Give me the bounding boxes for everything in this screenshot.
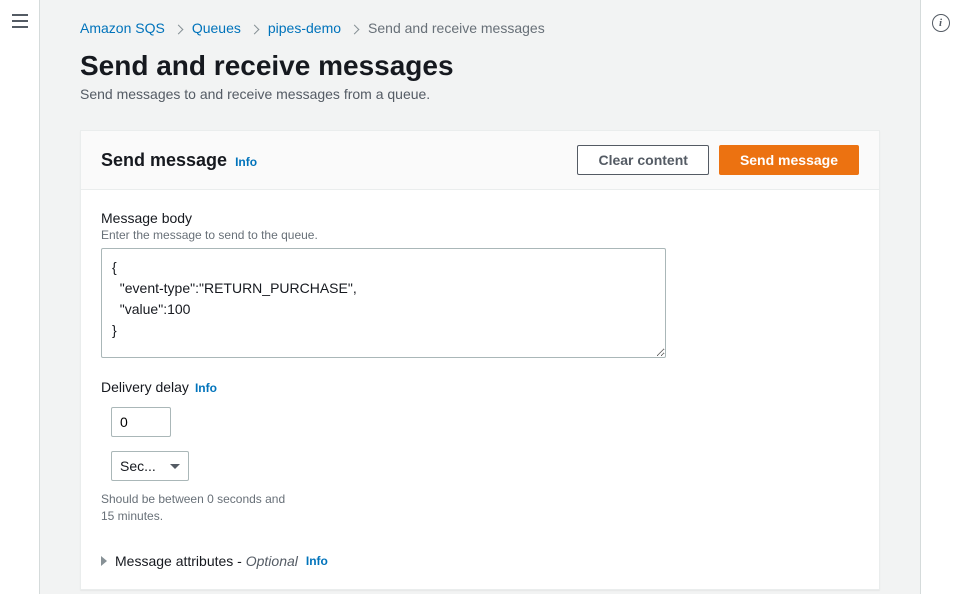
main-content: Amazon SQS Queues pipes-demo Send and re…	[40, 0, 920, 594]
breadcrumb-link-queue-name[interactable]: pipes-demo	[268, 20, 341, 36]
send-message-panel: Send message Info Clear content Send mes…	[80, 130, 880, 590]
chevron-right-icon	[251, 20, 258, 36]
select-value: Sec...	[120, 458, 156, 474]
hamburger-icon[interactable]	[12, 14, 28, 28]
panel-header: Send message Info Clear content Send mes…	[81, 131, 879, 190]
info-icon[interactable]: i	[932, 14, 950, 32]
message-body-textarea[interactable]: { "event-type":"RETURN_PURCHASE", "value…	[101, 248, 666, 358]
info-link-delay[interactable]: Info	[195, 381, 217, 395]
page-title: Send and receive messages	[80, 50, 880, 82]
clear-content-button[interactable]: Clear content	[577, 145, 708, 175]
chevron-right-icon	[351, 20, 358, 36]
delivery-delay-unit-select[interactable]: Sec...	[111, 451, 189, 481]
page-subtitle: Send messages to and receive messages fr…	[80, 86, 880, 102]
info-link-attributes[interactable]: Info	[306, 554, 328, 568]
info-link-panel[interactable]: Info	[235, 155, 257, 169]
breadcrumb-current: Send and receive messages	[368, 20, 545, 36]
delivery-delay-input[interactable]	[111, 407, 171, 437]
message-body-label: Message body	[101, 210, 859, 226]
message-body-hint: Enter the message to send to the queue.	[101, 228, 859, 242]
send-message-button[interactable]: Send message	[719, 145, 859, 175]
breadcrumb-link-sqs[interactable]: Amazon SQS	[80, 20, 165, 36]
right-rail: i	[920, 0, 960, 594]
left-rail	[0, 0, 40, 594]
message-attributes-label: Message attributes - Optional	[115, 553, 298, 569]
message-attributes-toggle[interactable]: Message attributes - Optional Info	[101, 553, 859, 569]
breadcrumb-link-queues[interactable]: Queues	[192, 20, 241, 36]
breadcrumb: Amazon SQS Queues pipes-demo Send and re…	[80, 20, 880, 36]
chevron-right-icon	[175, 20, 182, 36]
caret-right-icon	[101, 556, 107, 566]
delay-constraint-text: Should be between 0 seconds and 15 minut…	[101, 491, 301, 525]
caret-down-icon	[170, 464, 180, 469]
panel-title: Send message	[101, 150, 227, 171]
delivery-delay-label: Delivery delay	[101, 379, 189, 395]
